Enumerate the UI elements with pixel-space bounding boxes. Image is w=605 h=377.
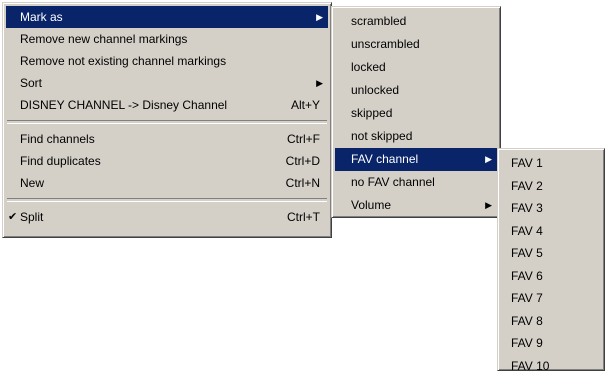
menu-item-label: FAV 1: [511, 156, 543, 170]
menu-item-sort[interactable]: Sort ▶: [6, 72, 328, 94]
menu-item-label: Remove not existing channel markings: [20, 54, 226, 68]
shortcut-label: Ctrl+N: [286, 172, 320, 194]
menu-item-label: skipped: [351, 106, 392, 120]
menu-item-label: Find duplicates: [20, 154, 101, 168]
menu-item-label: FAV 7: [511, 291, 543, 305]
menu-item-label: FAV 10: [511, 359, 549, 373]
menu-item-fav-6[interactable]: FAV 6: [501, 265, 601, 288]
menu-item-label: not skipped: [351, 129, 412, 143]
menu-item-label: unscrambled: [351, 37, 420, 51]
menu-item-not-skipped[interactable]: not skipped: [335, 125, 497, 148]
menu-item-label: FAV 8: [511, 314, 543, 328]
shortcut-label: Ctrl+F: [287, 128, 320, 150]
menu-item-label: FAV 9: [511, 336, 543, 350]
menu-item-fav-channel[interactable]: FAV channel ▶: [335, 148, 497, 171]
menu-item-locked[interactable]: locked: [335, 56, 497, 79]
shortcut-label: Ctrl+D: [286, 150, 320, 172]
menu-item-label: FAV channel: [351, 152, 418, 166]
menu-item-fav-1[interactable]: FAV 1: [501, 152, 601, 175]
menu-item-find-duplicates[interactable]: Find duplicates Ctrl+D: [6, 150, 328, 172]
menu-item-skipped[interactable]: skipped: [335, 102, 497, 125]
menu-item-label: unlocked: [351, 83, 399, 97]
submenu-arrow-icon: ▶: [316, 72, 323, 94]
menu-item-label: Mark as: [20, 10, 63, 24]
fav-submenu: FAV 1 FAV 2 FAV 3 FAV 4 FAV 5 FAV 6 FAV …: [497, 148, 605, 371]
checkmark-icon: ✔: [8, 206, 17, 228]
menu-item-label: Split: [20, 210, 43, 224]
menu-item-fav-2[interactable]: FAV 2: [501, 175, 601, 198]
menu-separator: [7, 120, 327, 124]
mark-as-submenu: scrambled unscrambled locked unlocked sk…: [331, 6, 501, 218]
submenu-arrow-icon: ▶: [485, 148, 492, 171]
menu-item-label: FAV 6: [511, 269, 543, 283]
shortcut-label: Alt+Y: [291, 94, 320, 116]
menu-item-split[interactable]: ✔ Split Ctrl+T: [6, 206, 328, 228]
menu-item-label: Sort: [20, 76, 42, 90]
menu-item-rename-disney[interactable]: DISNEY CHANNEL -> Disney Channel Alt+Y: [6, 94, 328, 116]
menu-item-mark-as[interactable]: Mark as ▶: [6, 6, 328, 28]
menu-item-find-channels[interactable]: Find channels Ctrl+F: [6, 128, 328, 150]
menu-item-label: Remove new channel markings: [20, 32, 187, 46]
menu-item-remove-not-existing-markings[interactable]: Remove not existing channel markings: [6, 50, 328, 72]
menu-item-fav-5[interactable]: FAV 5: [501, 242, 601, 265]
submenu-arrow-icon: ▶: [485, 194, 492, 217]
menu-item-no-fav-channel[interactable]: no FAV channel: [335, 171, 497, 194]
menu-item-fav-9[interactable]: FAV 9: [501, 332, 601, 355]
menu-item-label: FAV 5: [511, 246, 543, 260]
menu-item-label: Volume: [351, 198, 391, 212]
menu-item-unscrambled[interactable]: unscrambled: [335, 33, 497, 56]
menu-item-label: DISNEY CHANNEL -> Disney Channel: [20, 98, 227, 112]
menu-item-label: no FAV channel: [351, 175, 435, 189]
context-menu: Mark as ▶ Remove new channel markings Re…: [2, 2, 332, 238]
menu-item-fav-8[interactable]: FAV 8: [501, 310, 601, 333]
menu-item-fav-10[interactable]: FAV 10: [501, 355, 601, 377]
menu-item-fav-7[interactable]: FAV 7: [501, 287, 601, 310]
menu-item-fav-4[interactable]: FAV 4: [501, 220, 601, 243]
menu-item-fav-3[interactable]: FAV 3: [501, 197, 601, 220]
menu-separator: [7, 198, 327, 202]
menu-item-new[interactable]: New Ctrl+N: [6, 172, 328, 194]
shortcut-label: Ctrl+T: [287, 206, 320, 228]
menu-item-remove-new-markings[interactable]: Remove new channel markings: [6, 28, 328, 50]
menu-item-label: locked: [351, 60, 386, 74]
menu-item-volume[interactable]: Volume ▶: [335, 194, 497, 217]
menu-item-unlocked[interactable]: unlocked: [335, 79, 497, 102]
menu-item-label: FAV 2: [511, 179, 543, 193]
menu-item-label: scrambled: [351, 14, 406, 28]
menu-item-label: FAV 3: [511, 201, 543, 215]
menu-item-scrambled[interactable]: scrambled: [335, 10, 497, 33]
menu-item-label: New: [20, 176, 44, 190]
menu-item-label: Find channels: [20, 132, 95, 146]
menu-item-label: FAV 4: [511, 224, 543, 238]
submenu-arrow-icon: ▶: [316, 6, 323, 28]
